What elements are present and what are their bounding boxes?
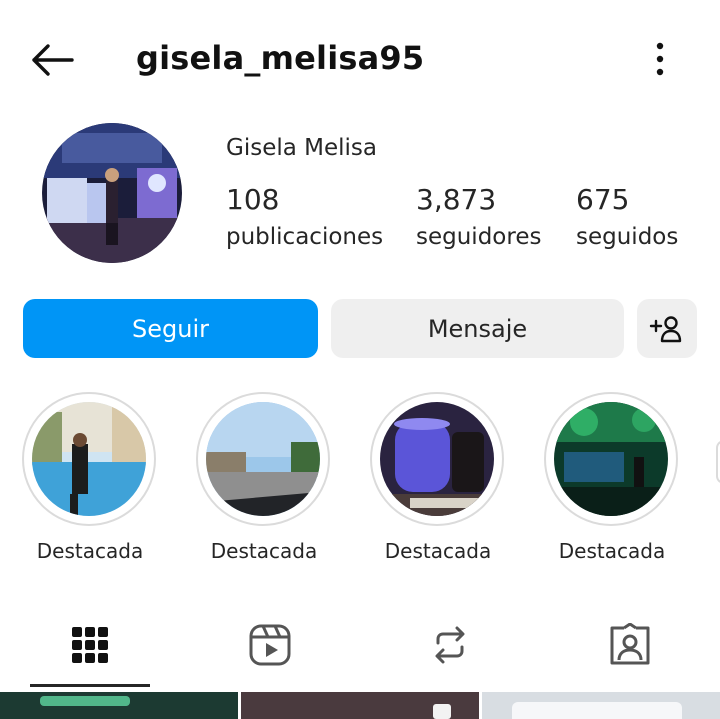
active-tab-indicator: [30, 684, 150, 687]
profile-username: gisela_melisa95: [136, 39, 425, 77]
highlight-ring: [196, 392, 330, 526]
tab-reposts[interactable]: [420, 615, 480, 675]
post-thumbnail[interactable]: [241, 692, 479, 719]
reels-icon: [249, 624, 291, 666]
highlight-cover: [32, 402, 146, 516]
follow-button-label: Seguir: [132, 314, 209, 343]
stat-posts-count: 108: [226, 183, 280, 216]
stat-posts-label: publicaciones: [226, 224, 384, 250]
stat-following[interactable]: 675 seguidos: [576, 180, 678, 254]
highlight-label: Destacada: [558, 539, 666, 563]
suggest-people-button[interactable]: [637, 299, 697, 358]
message-button[interactable]: Mensaje: [331, 299, 624, 358]
highlight-item[interactable]: Destacada: [21, 392, 159, 565]
add-person-icon: [649, 315, 682, 342]
vertical-dots-icon: [656, 42, 664, 76]
highlight-ring: [22, 392, 156, 526]
tab-tagged[interactable]: [600, 615, 660, 675]
message-button-label: Mensaje: [427, 314, 528, 343]
profile-full-name: Gisela Melisa: [226, 135, 377, 161]
stat-followers[interactable]: 3,873 seguidores: [416, 180, 541, 254]
highlight-label: Destacada: [384, 539, 492, 563]
highlight-label: Destacada: [36, 539, 144, 563]
repost-icon: [435, 626, 465, 664]
tab-posts[interactable]: [60, 615, 120, 675]
post-thumbnail[interactable]: [0, 692, 238, 719]
more-options-button[interactable]: [640, 38, 680, 82]
highlight-ring: [544, 392, 678, 526]
stat-followers-count: 3,873: [416, 183, 497, 216]
highlight-cover: [380, 402, 494, 516]
follow-button[interactable]: Seguir: [23, 299, 318, 358]
highlight-item[interactable]: Destacada: [195, 392, 333, 565]
tagged-icon: [610, 623, 650, 665]
highlight-cover: [206, 402, 320, 516]
stat-followers-label: seguidores: [416, 224, 542, 250]
post-thumbnail[interactable]: [482, 692, 720, 719]
stat-following-count: 675: [576, 183, 630, 216]
arrow-left-icon: [32, 44, 74, 76]
back-button[interactable]: [26, 38, 78, 82]
highlight-item[interactable]: Destacada: [369, 392, 507, 565]
stat-posts[interactable]: 108 publicaciones: [226, 180, 383, 254]
highlight-item[interactable]: Destacada: [543, 392, 681, 565]
highlight-cover: [554, 402, 668, 516]
highlight-label: Destacada: [210, 539, 318, 563]
avatar-photo: [42, 123, 182, 263]
highlight-item-partial[interactable]: [716, 440, 720, 484]
highlight-ring: [370, 392, 504, 526]
tab-reels[interactable]: [240, 615, 300, 675]
grid-icon: [72, 627, 108, 663]
profile-avatar[interactable]: [42, 123, 182, 263]
stat-following-label: seguidos: [576, 224, 679, 250]
